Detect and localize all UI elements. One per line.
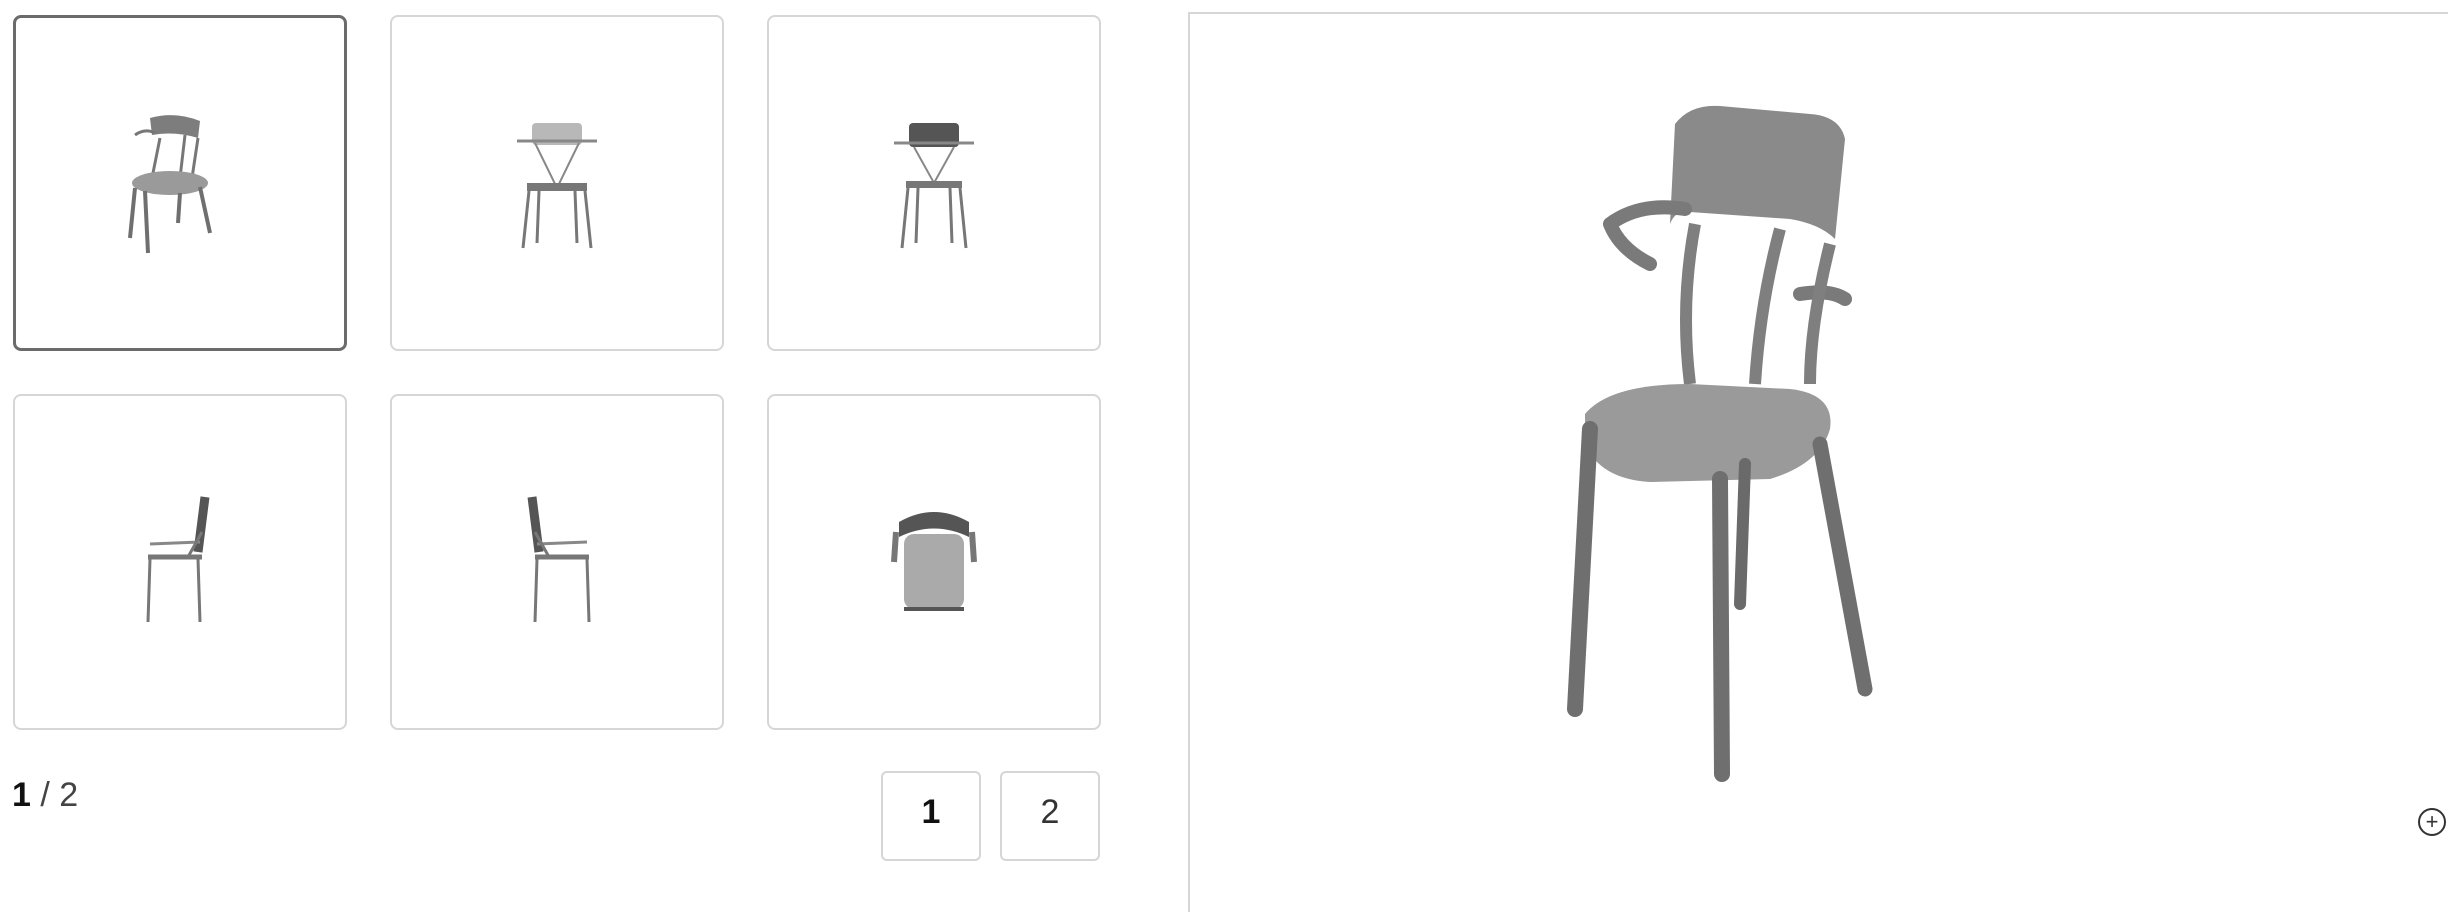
page-button-2[interactable]: 2 (1000, 771, 1100, 861)
chair-three-quarter-image (128, 115, 212, 254)
chair-main-image (1567, 105, 1873, 782)
counter-separator: / (30, 776, 60, 814)
counter-current: 1 (12, 776, 31, 814)
chair-top-image (891, 512, 977, 611)
chair-back-image (894, 123, 974, 249)
thumbnail-top[interactable] (767, 394, 1101, 730)
chair-front-image (517, 123, 597, 249)
thumbnail-front[interactable] (390, 15, 724, 351)
chair-side-right-image (527, 496, 591, 623)
thumbnail-side-right[interactable] (390, 394, 724, 730)
zoom-in-icon[interactable]: + (2418, 808, 2446, 836)
thumbnail-three-quarter[interactable] (13, 15, 347, 351)
page-button-1[interactable]: 1 (881, 771, 981, 861)
thumbnail-side-left[interactable] (13, 394, 347, 730)
counter-total: 2 (59, 776, 79, 814)
thumbnail-back[interactable] (767, 15, 1101, 351)
page-counter: 1 / 2 (12, 776, 78, 815)
chair-side-left-image (146, 496, 210, 623)
product-viewer[interactable] (1188, 12, 2448, 912)
